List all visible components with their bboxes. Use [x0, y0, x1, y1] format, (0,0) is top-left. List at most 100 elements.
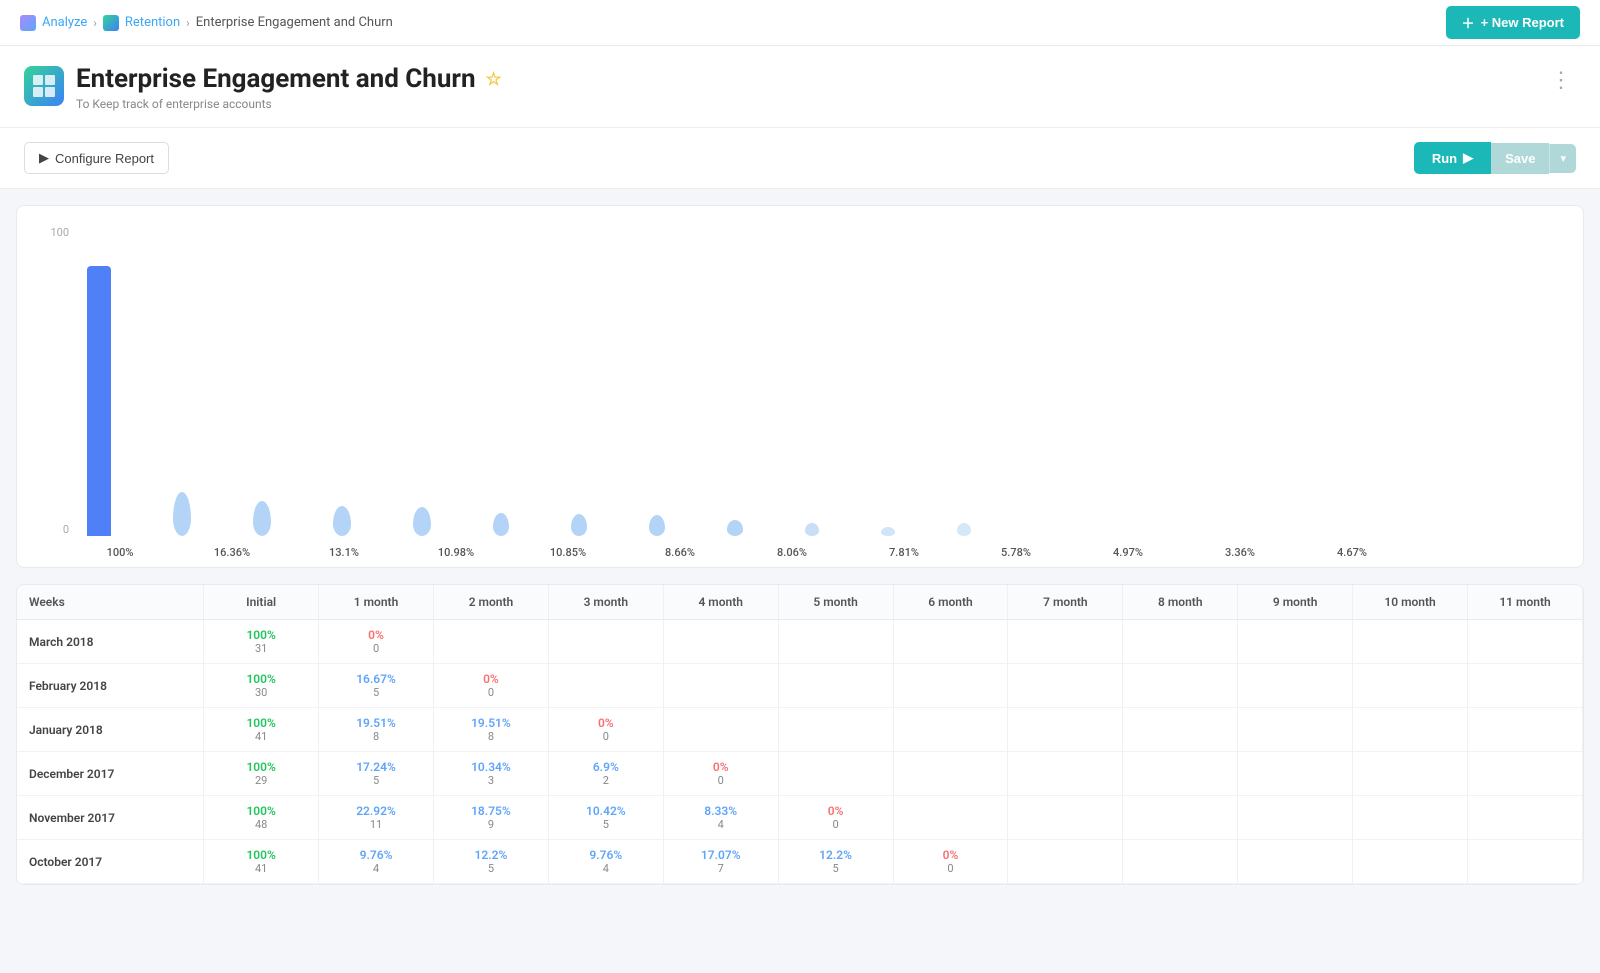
table-cell-data — [893, 796, 1008, 840]
chart-label-item: 5.78% — [991, 546, 1041, 559]
chart-label-item: 10.85% — [543, 546, 593, 559]
table-cell-data — [1238, 796, 1353, 840]
table-cell-data — [1123, 708, 1238, 752]
table-header-cell: 5 month — [778, 585, 893, 620]
table-cell-data: 22.92%11 — [319, 796, 434, 840]
configure-report-button[interactable]: ▶ Configure Report — [24, 142, 169, 174]
run-button[interactable]: Run ▶ — [1414, 142, 1491, 174]
top-navigation: Analyze › Retention › Enterprise Engagem… — [0, 0, 1600, 46]
table-cell-data — [1123, 840, 1238, 884]
retention-icon — [103, 15, 119, 31]
table-cell-data — [1123, 752, 1238, 796]
save-button[interactable]: Save — [1491, 143, 1549, 174]
table-cell-data: 0%0 — [778, 796, 893, 840]
chart-label-item: 100% — [95, 546, 145, 559]
table-cell-data — [433, 620, 548, 664]
chart-label-item: 8.06% — [767, 546, 817, 559]
table-cell-data — [1353, 620, 1468, 664]
toolbar: ▶ Configure Report Run ▶ Save ▾ — [0, 128, 1600, 189]
table-cell-data — [1353, 796, 1468, 840]
table-cell-data — [548, 664, 663, 708]
chart-bar-col — [957, 226, 971, 536]
new-report-button[interactable]: ＋ + New Report — [1446, 6, 1580, 39]
table-cell-data: 100%29 — [204, 752, 319, 796]
table-cell-data — [1353, 752, 1468, 796]
breadcrumb-sep-1: › — [93, 16, 97, 30]
more-options-icon[interactable]: ⋮ — [1546, 64, 1576, 97]
table-cell-data: 9.76%4 — [319, 840, 434, 884]
breadcrumb-retention[interactable]: Retention — [125, 15, 180, 30]
chart-label-item: 4.67% — [1327, 546, 1377, 559]
chart-labels: 100%16.36%13.1%10.98%10.85%8.66%8.06%7.8… — [37, 546, 1563, 567]
table-cell-data — [1123, 796, 1238, 840]
table-header-cell: 2 month — [433, 585, 548, 620]
save-label: Save — [1505, 151, 1535, 166]
table-cell-data — [1353, 840, 1468, 884]
table-row: February 2018100%3016.67%50%0 — [17, 664, 1583, 708]
table-section: WeeksInitial1 month2 month3 month4 month… — [16, 584, 1584, 885]
table-cell-data: 100%30 — [204, 664, 319, 708]
table-header-row: WeeksInitial1 month2 month3 month4 month… — [17, 585, 1583, 620]
table-cell-data: 0%0 — [548, 708, 663, 752]
table-cell-data — [1008, 664, 1123, 708]
table-cell-week: February 2018 — [17, 664, 204, 708]
chart-bar — [881, 527, 895, 536]
table-cell-data: 10.34%3 — [433, 752, 548, 796]
table-cell-data: 100%41 — [204, 840, 319, 884]
table-cell-data: 17.07%7 — [663, 840, 778, 884]
table-cell-data — [1238, 620, 1353, 664]
chart-label-item: 16.36% — [207, 546, 257, 559]
table-cell-data: 8.33%4 — [663, 796, 778, 840]
chart-area: 100 0 — [37, 226, 1563, 546]
table-cell-data — [893, 708, 1008, 752]
chart-label-item: 8.66% — [655, 546, 705, 559]
configure-icon: ▶ — [39, 150, 49, 166]
run-icon: ▶ — [1463, 150, 1473, 166]
table-row: March 2018100%310%0 — [17, 620, 1583, 664]
table-cell-data: 100%31 — [204, 620, 319, 664]
table-cell-data — [1008, 708, 1123, 752]
table-cell-data — [893, 752, 1008, 796]
page-header: Enterprise Engagement and Churn ☆ To Kee… — [0, 46, 1600, 128]
table-cell-data: 0%0 — [319, 620, 434, 664]
table-cell-data — [1468, 620, 1583, 664]
save-dropdown-button[interactable]: ▾ — [1549, 144, 1576, 173]
table-cell-data — [1468, 840, 1583, 884]
table-cell-data — [778, 708, 893, 752]
y-label-0: 0 — [63, 523, 69, 536]
chart-bar-col — [173, 226, 191, 536]
table-cell-data: 18.75%9 — [433, 796, 548, 840]
table-cell-data: 0%0 — [663, 752, 778, 796]
table-cell-data — [1238, 840, 1353, 884]
table-cell-data — [1238, 664, 1353, 708]
chart-bar-col — [727, 226, 743, 536]
table-cell-data — [548, 620, 663, 664]
page-icon-inner — [33, 75, 55, 97]
chart-label-item: 4.97% — [1103, 546, 1153, 559]
chart-bar-col — [571, 226, 587, 536]
table-cell-week: October 2017 — [17, 840, 204, 884]
chart-bar — [805, 523, 819, 536]
table-header-cell: 6 month — [893, 585, 1008, 620]
chart-bar-col — [413, 226, 431, 536]
table-row: November 2017100%4822.92%1118.75%910.42%… — [17, 796, 1583, 840]
table-cell-data: 100%41 — [204, 708, 319, 752]
run-label: Run — [1432, 151, 1457, 166]
star-icon[interactable]: ☆ — [486, 69, 502, 90]
chart-bar — [333, 506, 351, 536]
chart-bar-col — [881, 226, 895, 536]
table-cell-data — [1008, 796, 1123, 840]
table-cell-week: November 2017 — [17, 796, 204, 840]
chart-bar — [957, 523, 971, 536]
table-cell-data — [1353, 708, 1468, 752]
chart-bars — [77, 226, 1563, 546]
chart-y-axis: 100 0 — [37, 226, 77, 546]
table-cell-data — [778, 664, 893, 708]
breadcrumb-current: Enterprise Engagement and Churn — [196, 15, 393, 30]
table-cell-data — [1468, 664, 1583, 708]
chart-bar-col — [253, 226, 271, 536]
table-cell-data: 17.24%5 — [319, 752, 434, 796]
table-header-cell: 7 month — [1008, 585, 1123, 620]
y-label-100: 100 — [50, 226, 69, 239]
breadcrumb-analyze[interactable]: Analyze — [42, 15, 87, 30]
